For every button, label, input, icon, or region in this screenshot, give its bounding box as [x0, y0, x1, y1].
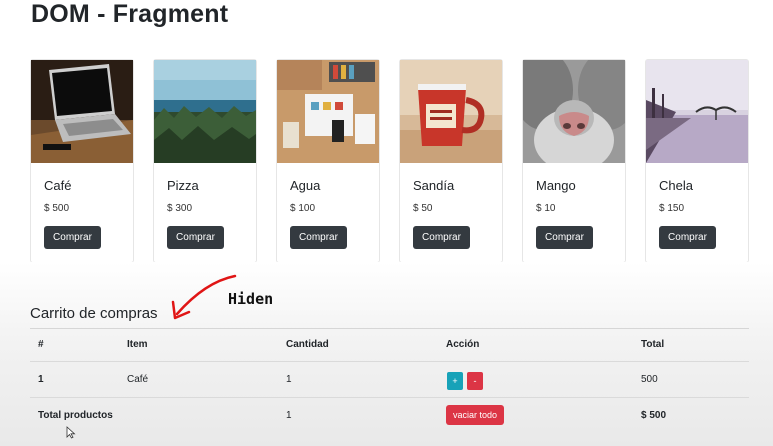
table-header-row: # Item Cantidad Acción Total [30, 328, 749, 361]
increase-button[interactable]: + [447, 372, 463, 390]
page-title: DOM - Fragment [31, 0, 229, 28]
column-header: Acción [446, 339, 480, 350]
product-card: Agua $ 100 Comprar [276, 59, 380, 263]
product-price: $ 500 [44, 203, 70, 214]
column-header: Item [127, 339, 148, 350]
cart-table: # Item Cantidad Acción Total 1 Café 1 + … [30, 328, 749, 433]
product-name: Mango [536, 178, 576, 193]
product-card: Sandía $ 50 Comprar [399, 59, 503, 263]
product-price: $ 50 [413, 203, 433, 214]
column-header: # [38, 339, 44, 350]
buy-button[interactable]: Comprar [659, 226, 716, 249]
mouse-cursor-icon [66, 426, 76, 439]
product-image-cat [523, 60, 625, 163]
row-id: 1 [38, 374, 44, 385]
product-name: Café [44, 178, 72, 193]
product-price: $ 150 [659, 203, 685, 214]
product-image-laptop [31, 60, 133, 163]
product-card: Pizza $ 300 Comprar [153, 59, 257, 263]
column-header: Cantidad [286, 339, 329, 350]
clear-cart-button[interactable]: vaciar todo [446, 405, 504, 425]
product-name: Sandía [413, 178, 455, 193]
row-item: Café [127, 374, 149, 385]
buy-button[interactable]: Comprar [290, 226, 347, 249]
product-image-forest [154, 60, 256, 163]
product-cards: Café $ 500 Comprar Pizza $ 300 Comprar A… [30, 59, 750, 264]
product-card: Chela $ 150 Comprar [645, 59, 749, 263]
buy-button[interactable]: Comprar [44, 226, 101, 249]
annotation-text: Hiden [228, 290, 274, 308]
product-image-desk [277, 60, 379, 163]
product-price: $ 10 [536, 203, 556, 214]
buy-button[interactable]: Comprar [413, 226, 470, 249]
buy-button[interactable]: Comprar [167, 226, 224, 249]
footer-quantity: 1 [286, 410, 292, 421]
decrease-button[interactable]: - [467, 372, 483, 390]
product-name: Agua [290, 178, 321, 193]
product-card: Mango $ 10 Comprar [522, 59, 626, 263]
product-image-mug [400, 60, 502, 163]
row-total: 500 [641, 374, 658, 385]
footer-total: $ 500 [641, 410, 667, 421]
table-row: 1 Café 1 + - 500 [30, 361, 749, 397]
product-name: Chela [659, 178, 693, 193]
product-price: $ 300 [167, 203, 193, 214]
product-image-pier [646, 60, 748, 163]
product-name: Pizza [167, 178, 199, 193]
product-price: $ 100 [290, 203, 316, 214]
cart-title: Carrito de compras [30, 305, 158, 322]
buy-button[interactable]: Comprar [536, 226, 593, 249]
column-header: Total [641, 339, 665, 350]
table-footer-row: Total productos 1 vaciar todo $ 500 [30, 397, 749, 433]
row-quantity: 1 [286, 374, 292, 385]
product-card: Café $ 500 Comprar [30, 59, 134, 263]
